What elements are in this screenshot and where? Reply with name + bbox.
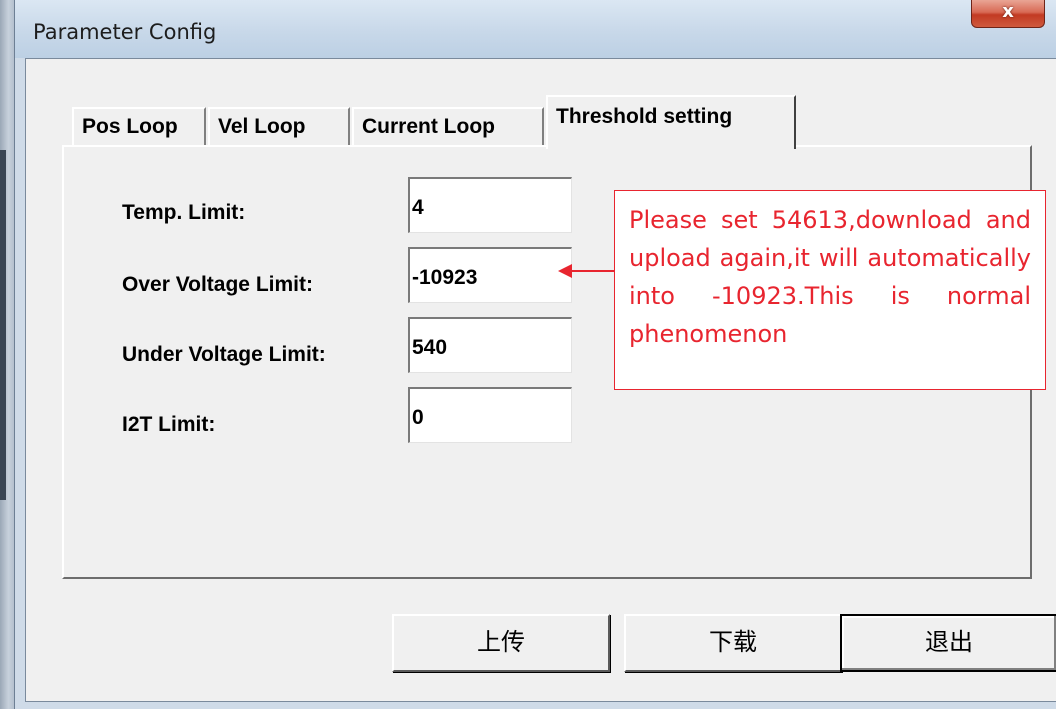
- tab-pos-loop[interactable]: Pos Loop: [72, 107, 206, 145]
- over-voltage-limit-input[interactable]: [408, 247, 572, 303]
- upload-button[interactable]: 上传: [392, 614, 610, 672]
- title-bar[interactable]: Parameter Config x: [15, 0, 1056, 58]
- temp-limit-input[interactable]: [408, 177, 572, 233]
- temp-limit-label: Temp. Limit:: [122, 201, 246, 224]
- close-icon: x: [1002, 1, 1014, 22]
- exit-button[interactable]: 退出: [840, 614, 1056, 672]
- i2t-limit-input[interactable]: [408, 387, 572, 443]
- tab-vel-loop[interactable]: Vel Loop: [208, 107, 350, 145]
- under-voltage-limit-input[interactable]: [408, 317, 572, 373]
- under-voltage-limit-label: Under Voltage Limit:: [122, 343, 326, 366]
- i2t-limit-label: I2T Limit:: [122, 413, 216, 436]
- tab-threshold-setting[interactable]: Threshold setting: [546, 95, 796, 149]
- download-button[interactable]: 下载: [624, 614, 842, 672]
- over-voltage-limit-label: Over Voltage Limit:: [122, 273, 313, 296]
- annotation-arrow-line: [572, 270, 614, 272]
- background-window-strip: [0, 0, 14, 709]
- annotation-arrow-icon: [558, 264, 572, 278]
- annotation-callout: Please set 54613,download and upload aga…: [614, 190, 1046, 390]
- window-title: Parameter Config: [33, 20, 217, 44]
- tab-current-loop[interactable]: Current Loop: [352, 107, 544, 145]
- close-button[interactable]: x: [971, 0, 1045, 28]
